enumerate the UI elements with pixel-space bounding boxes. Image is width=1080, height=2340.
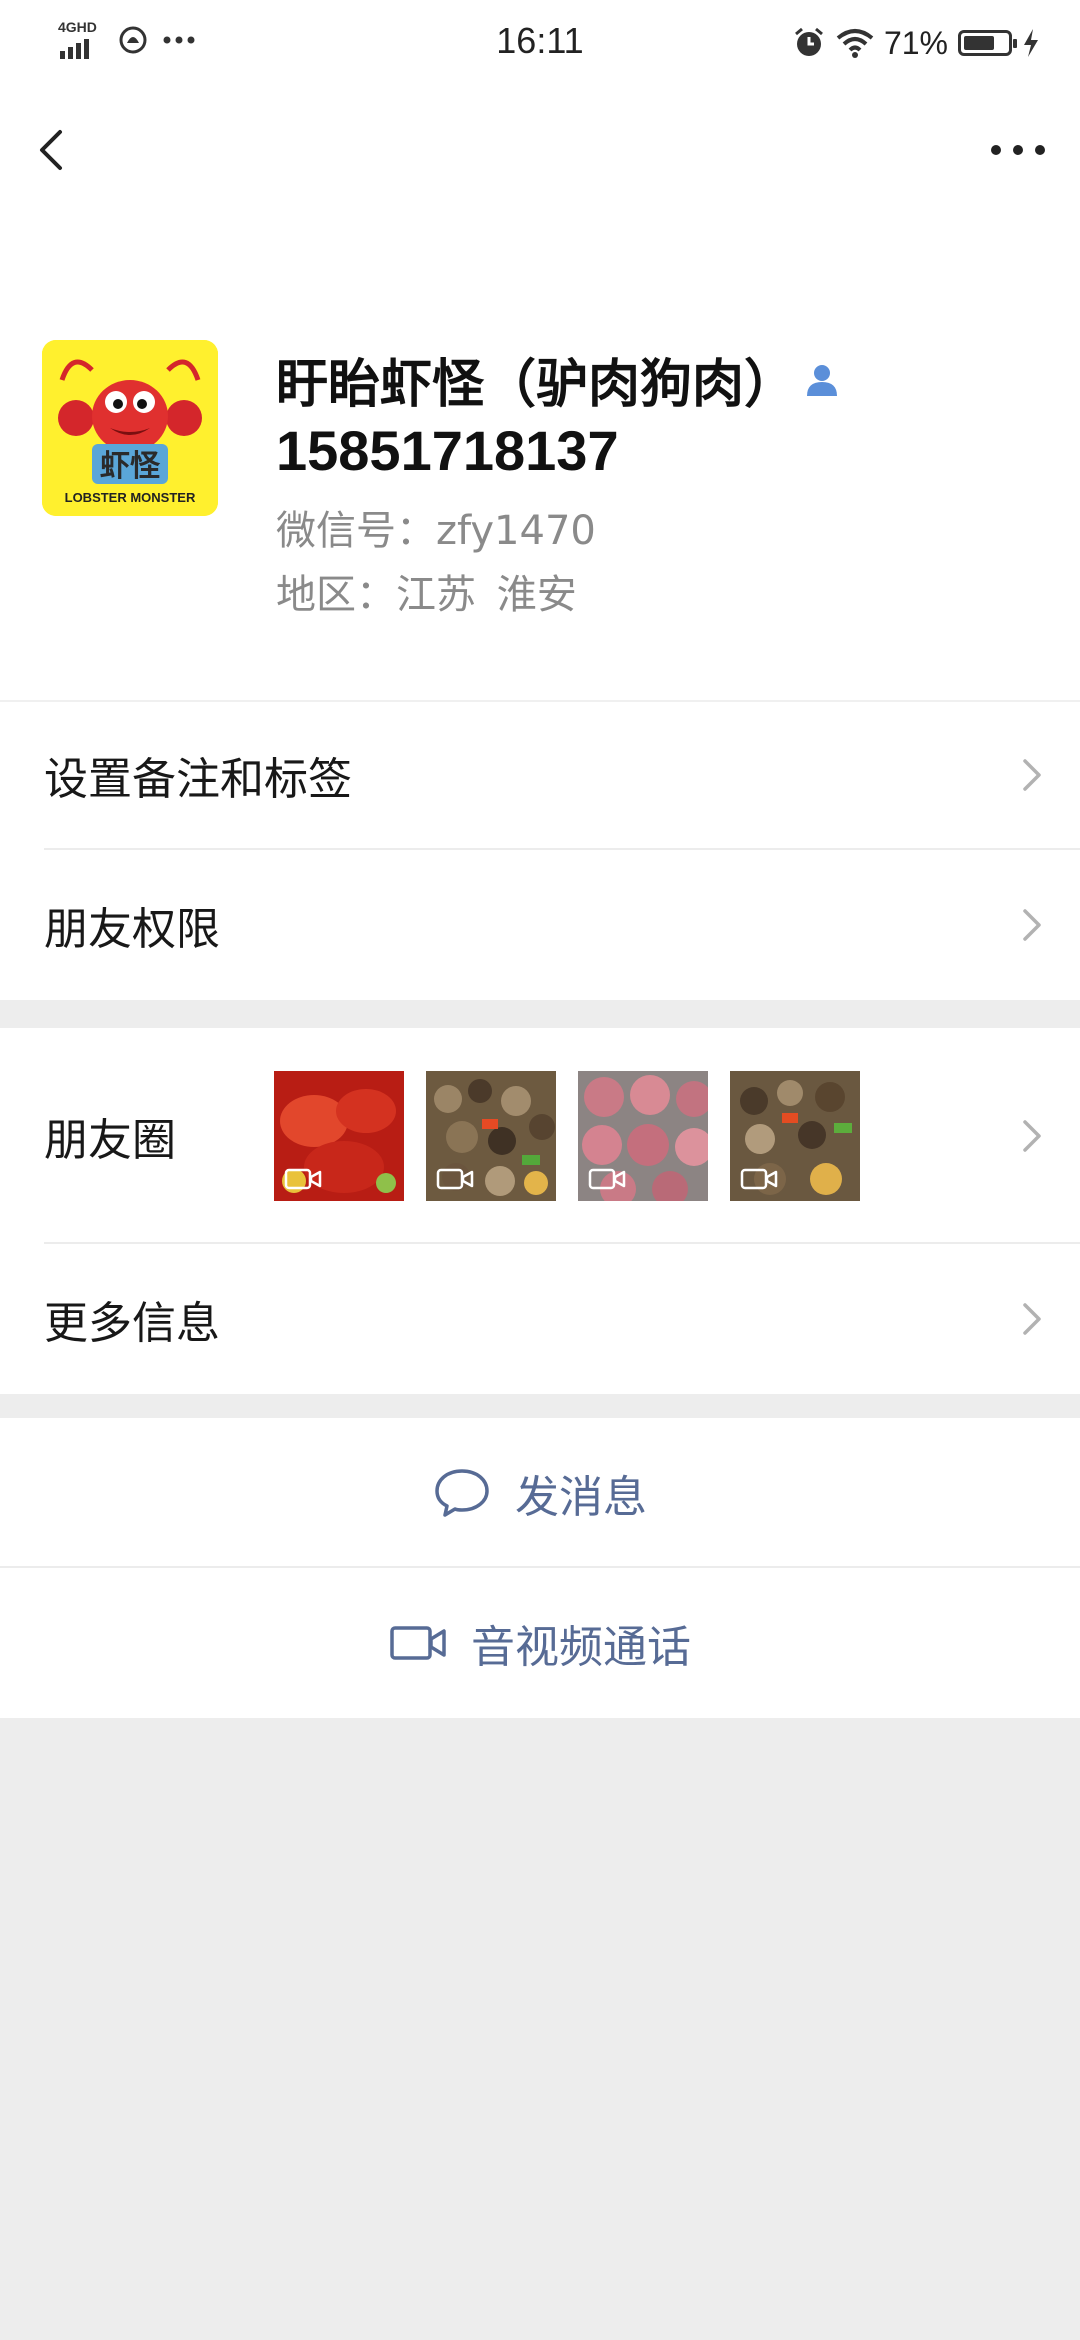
avatar[interactable]: 虾怪 LOBSTER MONSTER [42, 340, 218, 516]
region: 地区：江苏 淮安 [276, 572, 577, 618]
send-message-label: 发消息 [515, 1472, 647, 1523]
moments-label: 朋友圈 [44, 1115, 176, 1166]
moments-row[interactable]: 朋友圈 [0, 1028, 1080, 1244]
friend-permissions-label: 朋友权限 [44, 904, 220, 955]
settings-section: 设置备注和标签 朋友权限 [0, 700, 1080, 1000]
video-icon [436, 1168, 474, 1190]
remark-tags-row[interactable]: 设置备注和标签 [0, 700, 1080, 850]
remark-tags-label: 设置备注和标签 [44, 754, 352, 805]
more-info-row[interactable]: 更多信息 [0, 1244, 1080, 1394]
actions-section: 发消息 音视频通话 [0, 1418, 1080, 1718]
avatar-subtext: LOBSTER MONSTER [65, 490, 196, 505]
status-bar: 4GHD 16:11 71% [0, 0, 1080, 86]
chevron-right-icon [1023, 909, 1041, 941]
chat-bubble-icon [435, 1469, 489, 1517]
moments-thumbnail[interactable] [426, 1071, 556, 1201]
status-right: 71% [792, 20, 1040, 66]
avatar-text: 虾怪 [100, 449, 161, 484]
send-message-button[interactable]: 发消息 [0, 1418, 1080, 1568]
more-options-button[interactable] [982, 130, 1054, 170]
moments-thumbnail[interactable] [578, 1071, 708, 1201]
av-call-label: 音视频通话 [471, 1622, 691, 1673]
wifi-icon [836, 29, 874, 58]
friend-permissions-row[interactable]: 朋友权限 [0, 850, 1080, 1000]
video-icon [740, 1168, 778, 1190]
chevron-right-icon [1023, 759, 1041, 791]
battery-icon [958, 30, 1017, 56]
profile-name: 盱眙虾怪（驴肉狗肉） [276, 355, 797, 415]
profile-name-line: 盱眙虾怪（驴肉狗肉） [276, 342, 1056, 417]
back-button[interactable] [28, 118, 76, 182]
lobster-logo: 虾怪 LOBSTER MONSTER [42, 340, 218, 516]
moments-thumbnail[interactable] [274, 1071, 404, 1201]
more-info-label: 更多信息 [44, 1298, 220, 1349]
contact-icon [807, 364, 838, 396]
moments-section: 朋友圈 更多信息 [0, 1028, 1080, 1394]
more-dots-icon [991, 145, 1045, 155]
alarm-icon [794, 27, 823, 56]
charging-icon [1024, 29, 1038, 57]
wechat-id: 微信号：zfy1470 [276, 508, 596, 554]
video-camera-icon [390, 1626, 446, 1660]
av-call-button[interactable]: 音视频通话 [0, 1568, 1080, 1718]
moments-thumbnails [274, 1071, 860, 1201]
video-icon [588, 1168, 626, 1190]
profile-phone: 15851718137 [276, 419, 619, 482]
chevron-right-icon [1023, 1303, 1041, 1335]
chevron-right-icon [1023, 1120, 1041, 1152]
moments-thumbnail[interactable] [730, 1071, 860, 1201]
battery-level [964, 36, 994, 50]
video-icon [284, 1168, 322, 1190]
chevron-left-icon [40, 130, 62, 170]
battery-percent: 71% [883, 24, 948, 61]
